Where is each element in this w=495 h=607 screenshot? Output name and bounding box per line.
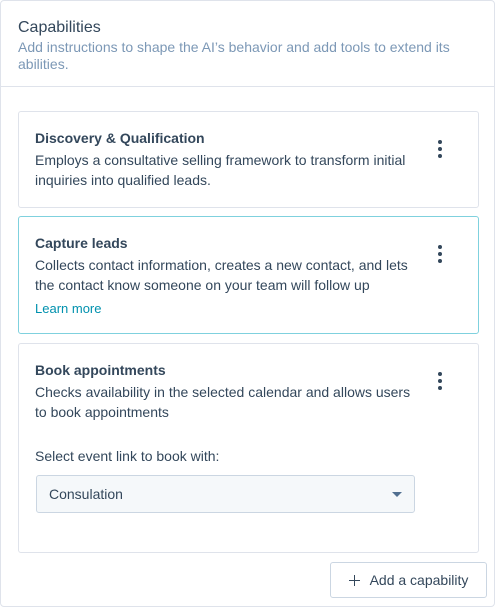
chevron-down-icon — [392, 491, 402, 497]
capability-card-capture-leads[interactable]: Capture leads Collects contact informati… — [18, 216, 479, 334]
panel-description: Add instructions to shape the AI’s behav… — [18, 39, 450, 72]
add-capability-label: Add a capability — [369, 572, 469, 588]
event-link-select-value: Consulation — [49, 486, 123, 502]
panel-header: Capabilities Add instructions to shape t… — [1, 1, 494, 87]
more-options-icon[interactable] — [430, 369, 450, 393]
capability-card-discovery[interactable]: Discovery & Qualification Employs a cons… — [18, 111, 479, 208]
capability-description: Collects contact information, creates a … — [35, 257, 408, 293]
capability-title: Capture leads — [35, 235, 128, 251]
capabilities-panel: Capabilities Add instructions to shape t… — [0, 0, 495, 607]
capability-card-book-appointments[interactable]: Book appointments Checks availability in… — [18, 343, 479, 553]
add-capability-button[interactable]: Add a capability — [330, 562, 487, 598]
panel-title: Capabilities — [18, 19, 101, 36]
learn-more-link[interactable]: Learn more — [35, 301, 101, 316]
capability-title: Book appointments — [35, 362, 166, 378]
event-link-select[interactable]: Consulation — [36, 475, 415, 513]
capability-description: Employs a consultative selling framework… — [35, 152, 406, 188]
more-options-icon[interactable] — [430, 137, 450, 161]
capability-description: Checks availability in the selected cale… — [35, 384, 411, 420]
more-options-icon[interactable] — [430, 242, 450, 266]
capability-title: Discovery & Qualification — [35, 130, 205, 146]
plus-icon — [348, 574, 360, 586]
event-link-label: Select event link to book with: — [35, 448, 220, 464]
